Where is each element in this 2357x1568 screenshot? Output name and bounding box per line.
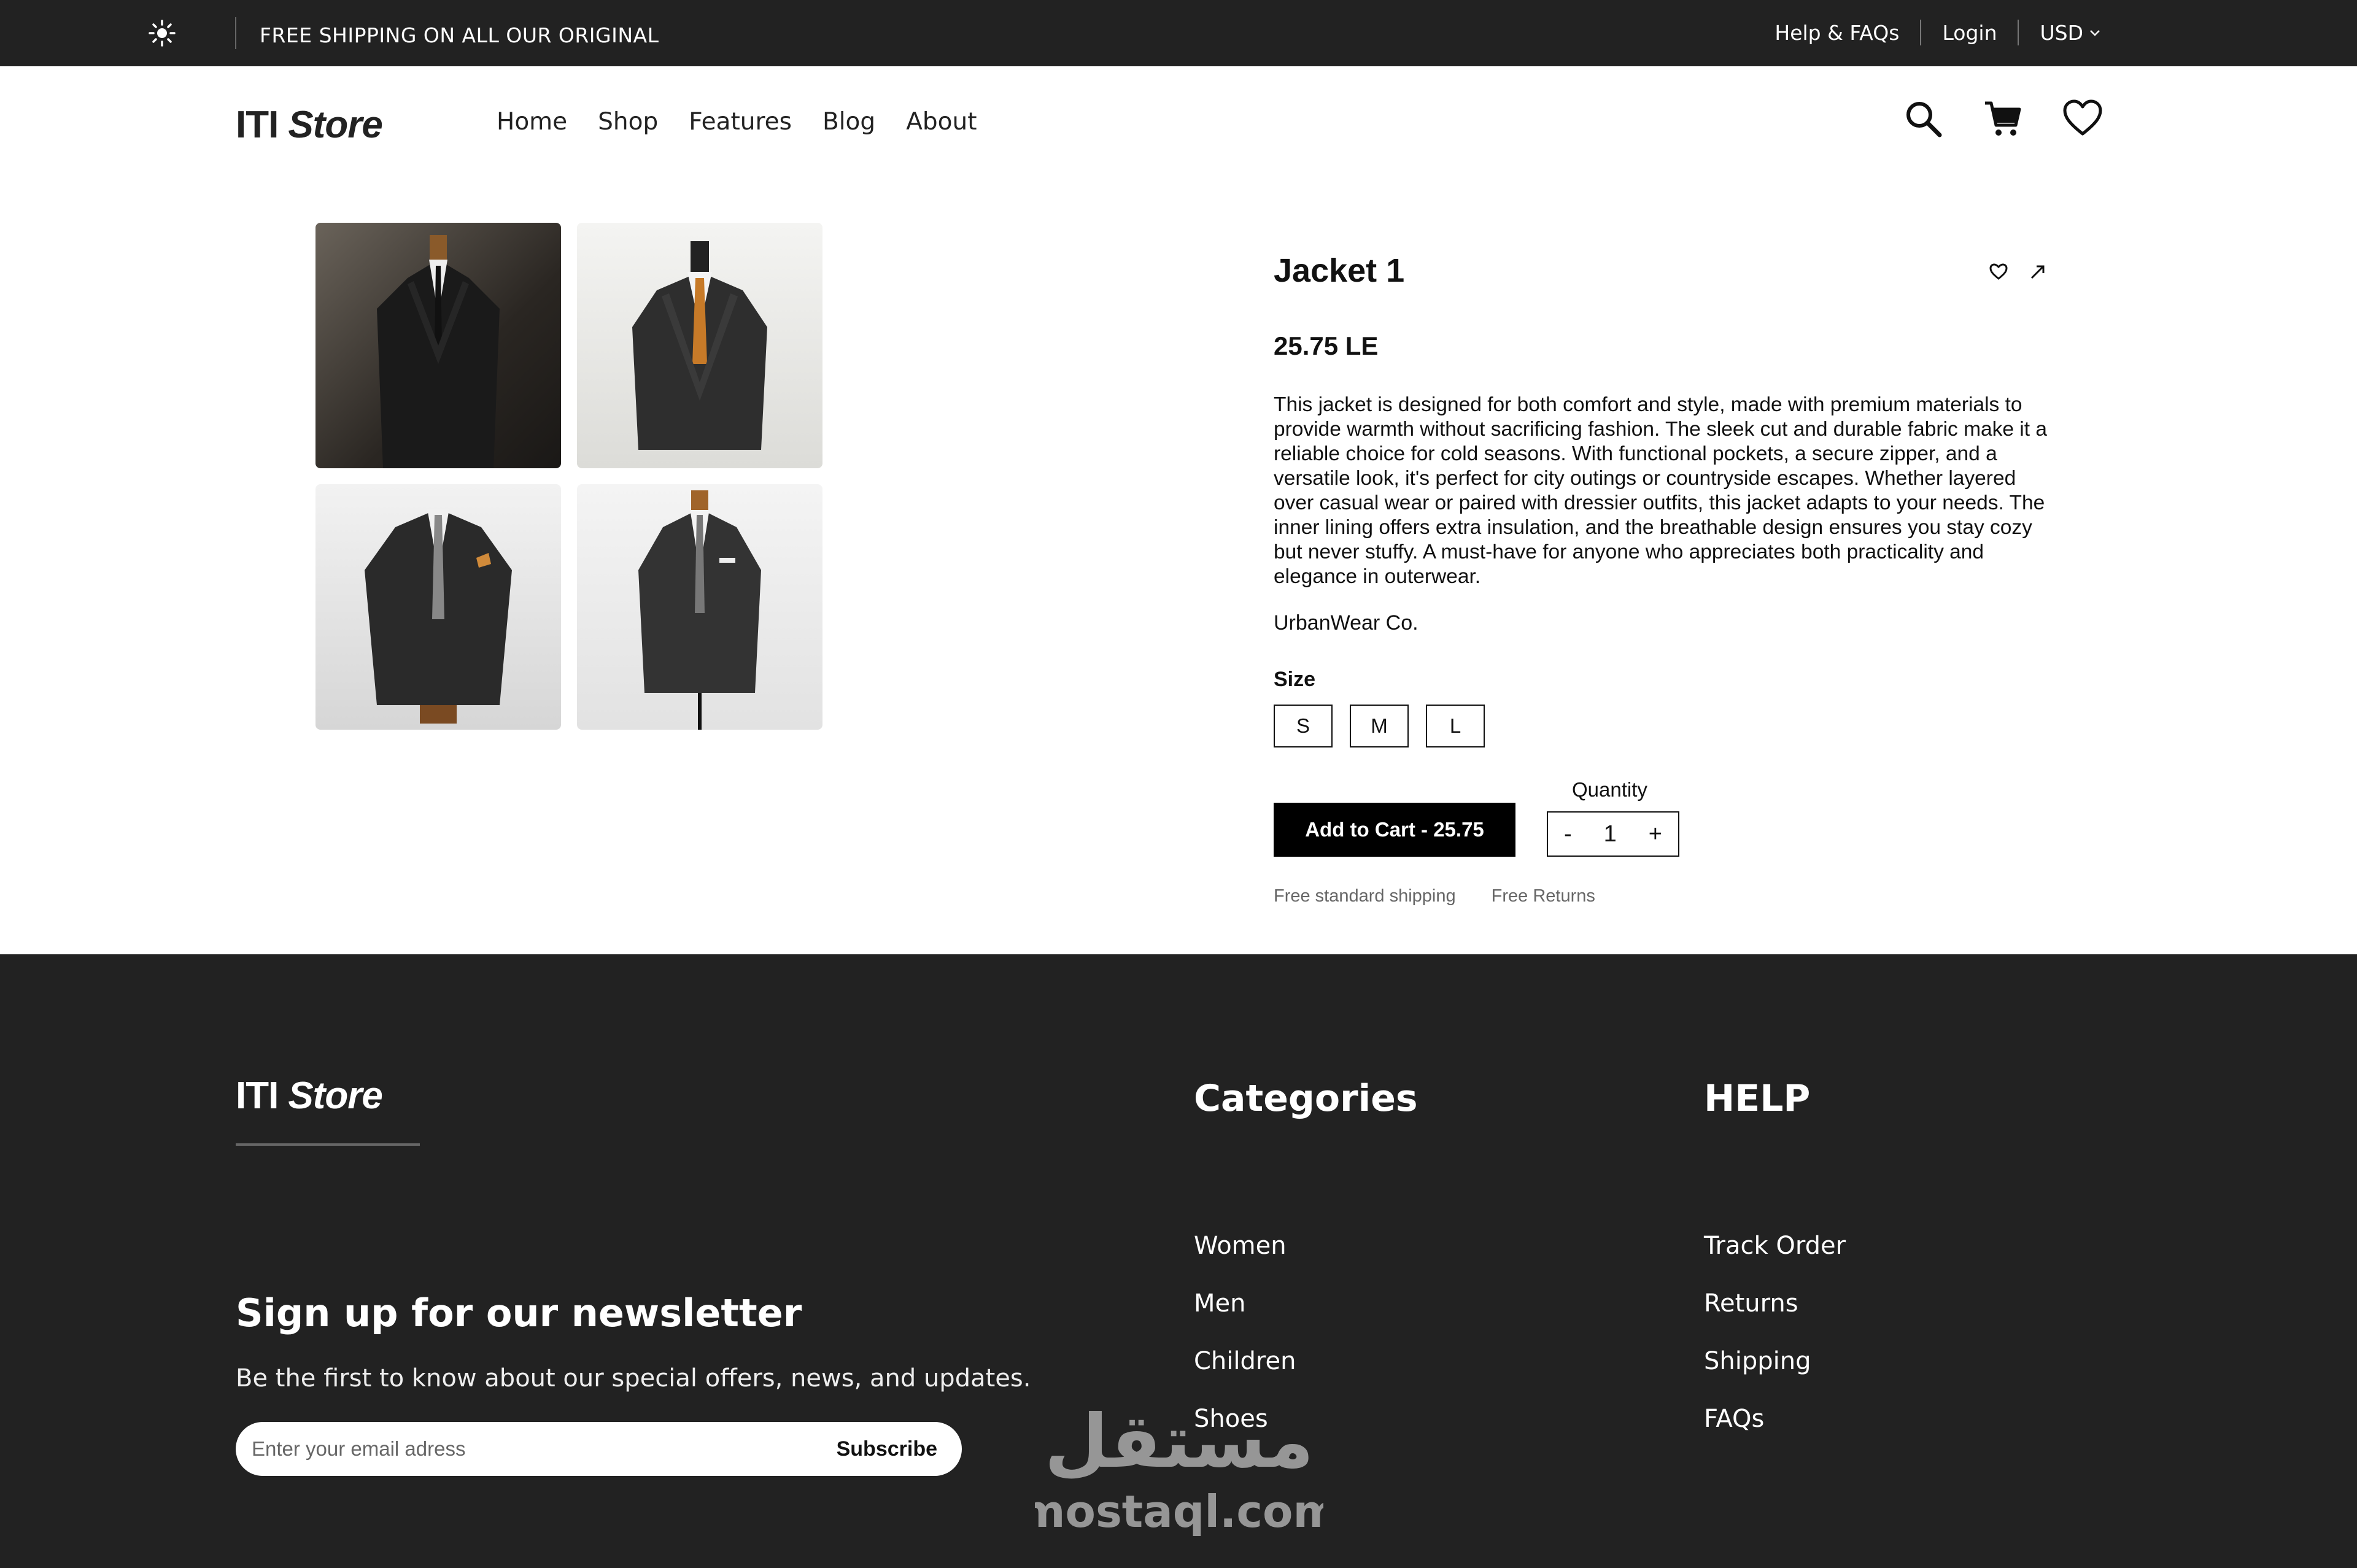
promo-text: FREE SHIPPING ON ALL OUR ORIGINAL [260,23,659,47]
quantity-decrease-button[interactable]: - [1564,821,1572,848]
product-price: 25.75 LE [1274,331,1379,360]
cart-icon[interactable] [1983,98,2023,139]
size-option-l[interactable]: L [1426,705,1485,747]
size-option-m[interactable]: M [1350,705,1409,747]
product-image-2[interactable] [577,223,822,468]
product-title: Jacket 1 [1274,252,1405,289]
logo-text-store: Store [288,1075,382,1117]
shipping-link[interactable]: Shipping [1704,1347,1846,1375]
faqs-link[interactable]: FAQs [1704,1405,1846,1433]
returns-link[interactable]: Returns [1704,1289,1846,1318]
category-children-link[interactable]: Children [1194,1347,1296,1375]
product-gallery [315,223,822,730]
currency-select[interactable]: USD [2019,21,2102,45]
nav-features[interactable]: Features [689,108,792,136]
logo-text-store: Store [288,104,382,146]
quantity-stepper: - 1 + [1547,811,1679,857]
watermark-latin: mostaql.com [1035,1486,1323,1537]
email-input[interactable]: Enter your email adress [252,1437,465,1461]
top-bar: FREE SHIPPING ON ALL OUR ORIGINAL Help &… [0,0,2357,66]
quantity-increase-button[interactable]: + [1649,821,1662,848]
watermark: مستقل mostaql.com [1035,1399,1323,1537]
categories-heading: Categories [1194,1077,1418,1120]
newsletter-form: Enter your email adress Subscribe [236,1422,962,1476]
size-label: Size [1274,668,1316,691]
help-faqs-link[interactable]: Help & FAQs [1754,21,1920,45]
nav-menu: Home Shop Features Blog About [497,108,977,136]
nav-icons [1903,98,2103,139]
product-image-4[interactable] [577,484,822,730]
product-image-3[interactable] [315,484,561,730]
track-order-link[interactable]: Track Order [1704,1232,1846,1260]
subscribe-button[interactable]: Subscribe [837,1437,937,1461]
logo[interactable]: ITI Store [236,103,383,146]
product-description: This jacket is designed for both comfort… [1274,393,2047,588]
free-shipping-note: Free standard shipping [1274,886,1456,906]
search-icon[interactable] [1903,98,1943,139]
help-heading: HELP [1704,1077,1811,1120]
nav-shop[interactable]: Shop [598,108,658,136]
free-returns-note: Free Returns [1491,886,1595,906]
main-nav: ITI Store Home Shop Features Blog About [0,66,2357,177]
help-list: Track Order Returns Shipping FAQs [1704,1232,1846,1433]
category-women-link[interactable]: Women [1194,1232,1296,1260]
arrow-icon[interactable] [2029,263,2047,281]
size-options: S M L [1274,705,1485,747]
newsletter-text: Be the first to know about our special o… [236,1364,1031,1392]
watermark-arabic: مستقل [1045,1399,1314,1485]
footer-logo[interactable]: ITI Store [236,1074,383,1118]
heart-icon[interactable] [2062,98,2103,139]
footer-logo-underline [236,1143,420,1146]
nav-home[interactable]: Home [497,108,567,136]
quantity-value[interactable]: 1 [1604,821,1617,848]
login-link[interactable]: Login [1921,21,2018,45]
nav-about[interactable]: About [906,108,977,136]
divider [235,17,236,49]
chevron-down-icon [2090,30,2100,36]
currency-value: USD [2040,20,2083,45]
logo-text-iti: ITI [236,1075,279,1117]
product-actions [1989,263,2047,281]
shipping-notes: Free standard shipping Free Returns [1274,886,1595,906]
product-image-1[interactable] [315,223,561,468]
quantity-label: Quantity [1572,778,1647,801]
top-links: Help & FAQs Login USD [1754,20,2102,45]
sun-icon[interactable] [147,18,177,48]
add-to-cart-button[interactable]: Add to Cart - 25.75 [1274,803,1515,857]
category-men-link[interactable]: Men [1194,1289,1296,1318]
heart-icon[interactable] [1989,263,2008,281]
nav-blog[interactable]: Blog [822,108,875,136]
product-brand: UrbanWear Co. [1274,611,1418,635]
logo-text-iti: ITI [236,104,279,146]
size-option-s[interactable]: S [1274,705,1333,747]
newsletter-heading: Sign up for our newsletter [236,1291,802,1335]
